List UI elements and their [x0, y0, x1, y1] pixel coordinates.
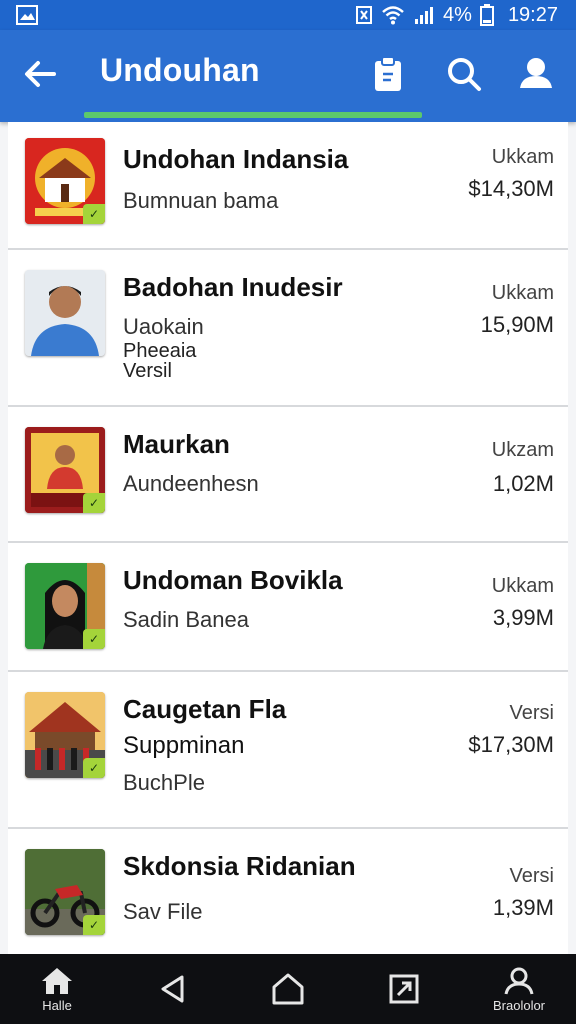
item-label: Ukkam [491, 282, 554, 304]
item-title: Undohan Indansia [123, 144, 349, 174]
battery-percent: 4% [443, 3, 472, 26]
item-title: Badohan Inudesir [123, 272, 343, 302]
status-bar: 4% 19:27 [0, 0, 576, 30]
badge-icon: ✓ [83, 629, 105, 649]
item-label: Ukkam [491, 146, 554, 168]
nav-back-button[interactable] [138, 954, 208, 1024]
item-label: Versi [509, 865, 554, 887]
item-size: 1,02M [492, 471, 554, 496]
list-item[interactable]: Badohan Inudesir Uaokain Pheeaia Versil … [8, 250, 568, 407]
item-subtitle: Sadin Banea [123, 607, 249, 632]
item-label: Versi [509, 702, 554, 724]
home-icon [42, 967, 72, 994]
item-title: Skdonsia Ridanian [123, 851, 356, 881]
wifi-icon [382, 6, 404, 25]
item-thumbnail: ✓ [25, 563, 105, 649]
clipboard-button[interactable] [366, 52, 410, 96]
search-icon [448, 58, 481, 91]
item-label: Ukkam [491, 575, 554, 597]
app-bar: Undouhan [0, 30, 576, 122]
item-title: Undoman Bovikla [123, 565, 343, 595]
nav-recents-button[interactable] [369, 954, 439, 1024]
item-size: 3,99M [492, 605, 554, 630]
signal-icon [415, 7, 434, 24]
item-thumbnail: ✓ [25, 138, 105, 224]
nav-home-label: Halle [42, 997, 72, 1013]
item-thumbnail: ✓ [25, 692, 105, 778]
list-item[interactable]: ✓ Skdonsia Ridanian Sav File Versi 1,39M [8, 829, 568, 954]
nav-profile-label: Braololor [492, 997, 546, 1013]
item-thumbnail: ✓ [25, 849, 105, 935]
person-photo-icon [25, 270, 105, 356]
item-subtitle: Sav File [123, 899, 203, 924]
badge-icon: ✓ [83, 758, 105, 778]
item-version: Versil [123, 360, 172, 382]
gallery-notification-icon [16, 5, 38, 25]
person-icon [520, 58, 552, 88]
item-thumbnail: ✓ [25, 427, 105, 513]
list-item[interactable]: ✓ Undohan Indansia Bumnuan bama Ukkam $1… [8, 122, 568, 250]
item-thumbnail [25, 270, 105, 356]
list-item[interactable]: ✓ Caugetan Fla Suppminan BuchPle Versi $… [8, 672, 568, 829]
item-subtitle: Uaokain [123, 314, 204, 339]
clipboard-icon [375, 56, 401, 91]
arrow-back-icon [25, 61, 56, 87]
download-list: ✓ Undohan Indansia Bumnuan bama Ukkam $1… [8, 122, 568, 954]
nfc-icon [356, 6, 373, 24]
pentagon-home-icon [272, 973, 304, 1005]
item-title: Maurkan [123, 429, 230, 459]
bottom-nav-bar: Halle Braololor [0, 954, 576, 1024]
list-item[interactable]: ✓ Undoman Bovikla Sadin Banea Ukkam 3,99… [8, 543, 568, 672]
item-size: $17,30M [468, 732, 554, 757]
list-item[interactable]: ✓ Maurkan Aundeenhesn Ukzam 1,02M [8, 407, 568, 543]
item-subtitle: Aundeenhesn [123, 471, 259, 496]
nav-home-button[interactable]: Halle [22, 954, 92, 1024]
battery-icon [479, 4, 494, 26]
back-button[interactable] [18, 52, 62, 96]
account-icon [504, 967, 534, 994]
profile-button[interactable] [514, 52, 558, 96]
badge-icon: ✓ [83, 204, 105, 224]
item-detail: BuchPle [123, 770, 205, 795]
search-button[interactable] [442, 52, 486, 96]
nav-launcher-button[interactable] [253, 954, 323, 1024]
badge-icon: ✓ [83, 915, 105, 935]
item-subtitle: Bumnuan bama [123, 188, 279, 213]
nav-profile-button[interactable]: Braololor [484, 954, 554, 1024]
item-title: Caugetan Fla [123, 694, 287, 724]
badge-icon: ✓ [83, 493, 105, 513]
recent-apps-icon [389, 974, 418, 1004]
triangle-back-icon [161, 975, 183, 1003]
item-size: 1,39M [492, 895, 554, 920]
item-subtitle: Suppminan [123, 732, 245, 759]
item-size: 15,90M [480, 312, 554, 337]
clock: 19:27 [507, 3, 558, 26]
page-title: Undouhan [100, 52, 260, 88]
tab-indicator [84, 112, 422, 118]
item-size: $14,30M [468, 176, 554, 201]
item-label: Ukzam [491, 439, 554, 461]
